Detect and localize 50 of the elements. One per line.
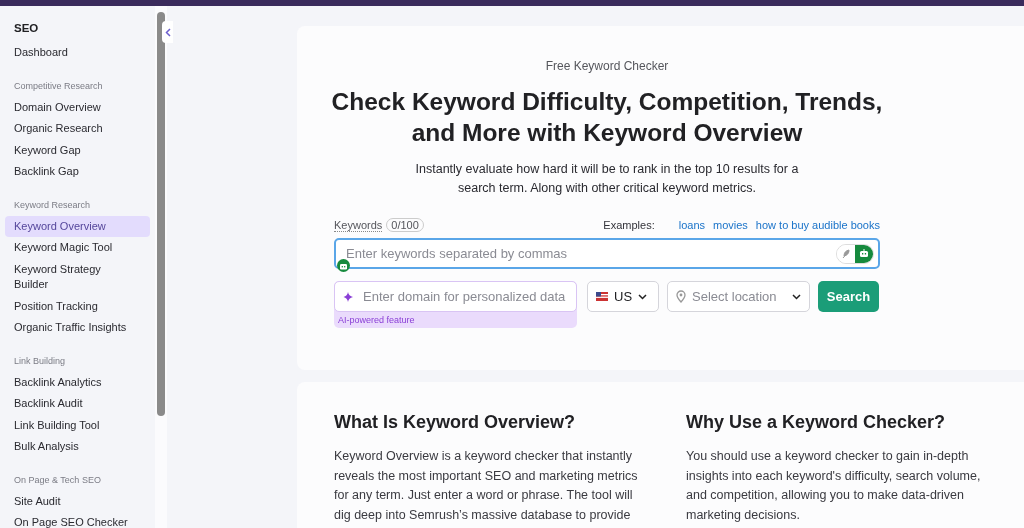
sidebar-item[interactable]: Position Tracking xyxy=(5,295,150,317)
sidebar-item[interactable]: On Page SEO Checker xyxy=(5,512,150,528)
example-link[interactable]: loans xyxy=(678,219,705,231)
sidebar-item[interactable]: Keyword Overview xyxy=(5,215,150,237)
country-select[interactable]: US xyxy=(587,281,659,312)
chevron-left-icon xyxy=(164,27,171,37)
example-link[interactable]: how to buy audible books xyxy=(755,219,880,231)
collapse-button[interactable] xyxy=(162,21,173,43)
sidebar-item[interactable]: Site Audit xyxy=(5,490,150,512)
keywords-field[interactable]: Enter keywords separated by commas xyxy=(334,238,880,269)
domain-input[interactable]: Enter domain for personalized data xyxy=(361,288,568,305)
section-paragraph: You should use a keyword checker to gain in-depth insights into each keyword's difficulty, search volume, and competition, allowing you to make data-driven marketing decisions. xyxy=(686,448,982,524)
sidebar-item[interactable]: Backlink Audit xyxy=(5,393,150,415)
sidebar-item[interactable]: Bulk Analysis xyxy=(5,436,150,458)
sidebar-item[interactable]: Backlink Gap xyxy=(5,161,150,183)
sidebar-item[interactable]: Domain Overview xyxy=(5,96,150,118)
sidebar-item[interactable]: Backlink Analytics xyxy=(5,371,150,393)
sidebar-item[interactable]: Keyword Magic Tool xyxy=(5,237,150,259)
domain-field[interactable]: Enter domain for personalized data xyxy=(334,281,577,312)
ai-feature-note: AI-powered feature xyxy=(337,314,416,325)
examples-label: Examples: xyxy=(603,219,655,231)
flag-icon xyxy=(596,292,608,301)
robot-icon xyxy=(859,249,869,258)
sidebar-heading: Competitive Research xyxy=(13,79,104,92)
feather-icon xyxy=(841,248,851,259)
sidebar-item[interactable]: Keyword Gap xyxy=(5,139,150,161)
scrollbar-thumb[interactable] xyxy=(157,12,165,416)
sidebar-item[interactable]: Organic Traffic Insights xyxy=(5,317,150,339)
mode-toggle[interactable] xyxy=(836,243,874,264)
example-link[interactable]: movies xyxy=(713,219,748,231)
sidebar-item[interactable]: Keyword Strategy Builder xyxy=(5,258,150,296)
sidebar-heading: On Page & Tech SEO xyxy=(13,473,102,486)
chevron-down-icon xyxy=(792,293,801,300)
section-heading: What Is Keyword Overview? xyxy=(334,412,577,433)
sidebar-item[interactable]: Dashboard xyxy=(5,42,150,64)
location-select[interactable]: Select location xyxy=(667,281,810,312)
page-heading: Check Keyword Difficulty, Competition, Trends, and More with Keyword Overview xyxy=(330,87,884,148)
sidebar-item[interactable]: Link Building Tool xyxy=(5,414,150,436)
keywords-input[interactable]: Enter keywords separated by commas xyxy=(344,245,836,262)
sidebar-title: SEO xyxy=(13,21,40,35)
location-pin-icon xyxy=(676,290,686,303)
section-paragraph: Keyword Overview is a keyword checker that instantly reveals the most important SEO and marketing metrics for any term. Just enter a word or phrase. The tool will dig deep into Semrush’s massive database to provide xyxy=(334,448,639,524)
chevron-down-icon xyxy=(638,293,648,300)
keywords-label: Keywords xyxy=(334,218,383,232)
sidebar-heading: Link Building xyxy=(13,354,67,367)
sidebar-item[interactable]: Organic Research xyxy=(5,118,150,140)
section-heading: Why Use a Keyword Checker? xyxy=(686,412,947,433)
subtitle-text: Instantly evaluate how hard it will be to rank in the top 10 results for a search term. Along with other critical keyword metrics. xyxy=(414,161,800,197)
sidebar-heading: Keyword Research xyxy=(13,198,92,211)
eyebrow-text: Free Keyword Checker xyxy=(545,59,669,73)
